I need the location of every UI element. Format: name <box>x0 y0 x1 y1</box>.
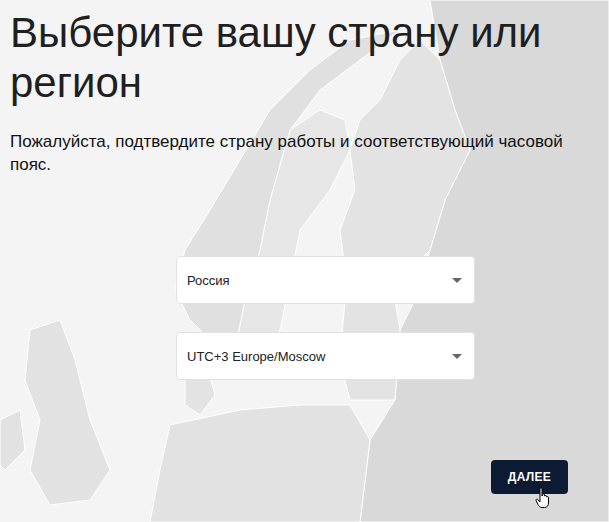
fields: Россия UTC+3 Europe/Moscow <box>176 256 475 380</box>
dropdown-arrow-icon <box>452 354 462 359</box>
timezone-select[interactable]: UTC+3 Europe/Moscow <box>176 332 475 380</box>
content: Выберите вашу страну или регион Пожалуйст… <box>0 0 609 522</box>
country-select[interactable]: Россия <box>176 256 475 304</box>
region-screen: Выберите вашу страну или регион Пожалуйст… <box>0 0 609 522</box>
select-value: UTC+3 Europe/Moscow <box>187 349 325 364</box>
actions: ДАЛЕЕ <box>10 460 599 494</box>
page-title: Выберите вашу страну или регион <box>10 8 599 108</box>
page-subtitle: Пожалуйста, подтвердите страну работы и … <box>10 130 599 176</box>
button-wrap: ДАЛЕЕ <box>491 460 568 494</box>
hand-cursor-icon <box>535 487 551 509</box>
select-value: Россия <box>187 273 230 288</box>
dropdown-arrow-icon <box>452 278 462 283</box>
next-button[interactable]: ДАЛЕЕ <box>491 460 568 494</box>
